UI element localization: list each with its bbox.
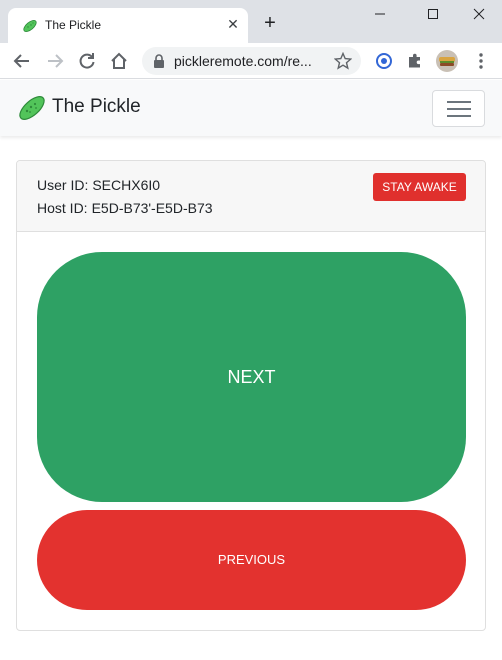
hamburger-icon <box>447 101 471 103</box>
new-tab-button[interactable]: + <box>260 13 280 33</box>
extensions-puzzle-icon[interactable] <box>405 51 425 71</box>
window-close-icon[interactable] <box>464 4 494 26</box>
address-bar[interactable]: pickleremote.com/re... <box>142 47 361 75</box>
tab-title: The Pickle <box>45 18 102 32</box>
url-text[interactable]: pickleremote.com/re... <box>174 53 312 69</box>
stay-awake-button[interactable]: STAY AWAKE <box>373 173 466 201</box>
pickle-logo-icon[interactable] <box>16 92 48 124</box>
next-button[interactable]: NEXT <box>37 252 466 502</box>
user-id-label: User ID: <box>37 177 89 193</box>
browser-toolbar: pickleremote.com/re... <box>0 43 502 79</box>
menu-toggle-button[interactable] <box>432 90 485 127</box>
browser-menu-icon[interactable] <box>471 51 491 71</box>
lock-icon[interactable] <box>153 54 165 68</box>
brand-name[interactable]: The Pickle <box>52 96 141 118</box>
maximize-icon[interactable] <box>418 4 448 26</box>
browser-titlebar: The Pickle ✕ + <box>0 0 502 43</box>
page-content: The Pickle User ID: SECHX6I0 Host ID: E5D-… <box>0 80 502 660</box>
close-tab-icon[interactable]: ✕ <box>225 15 241 33</box>
host-id-line: Host ID: E5D-B73'-E5D-B73 <box>37 200 213 216</box>
home-icon[interactable] <box>109 51 129 71</box>
remote-card: User ID: SECHX6I0 Host ID: E5D-B73'-E5D-B7… <box>16 160 486 631</box>
user-id-value: SECHX6I0 <box>92 177 161 193</box>
bookmark-star-icon[interactable] <box>334 52 352 70</box>
browser-tab[interactable]: The Pickle ✕ <box>8 8 248 43</box>
user-id-line: User ID: SECHX6I0 <box>37 177 160 193</box>
host-id-label: Host ID: <box>37 200 88 216</box>
pickle-icon <box>23 20 37 32</box>
reload-icon[interactable] <box>77 51 97 71</box>
previous-button[interactable]: PREVIOUS <box>37 510 466 610</box>
extension-icon[interactable] <box>374 51 394 71</box>
host-id-value: E5D-B73'-E5D-B73 <box>91 200 213 216</box>
minimize-icon[interactable] <box>365 4 395 26</box>
site-navbar: The Pickle <box>0 80 502 136</box>
back-arrow-icon[interactable] <box>12 51 32 71</box>
card-header: User ID: SECHX6I0 Host ID: E5D-B73'-E5D-B7… <box>17 161 485 232</box>
forward-arrow-icon[interactable] <box>45 51 65 71</box>
profile-avatar[interactable] <box>436 50 458 72</box>
